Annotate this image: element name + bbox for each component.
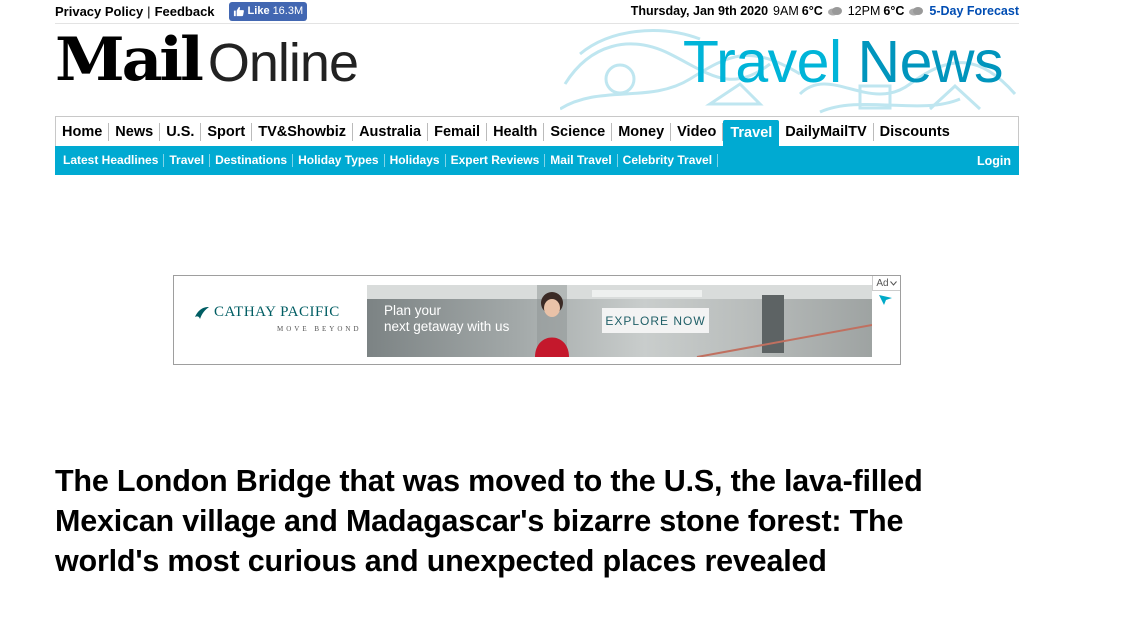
subnav-destinations[interactable]: Destinations — [210, 154, 294, 167]
login-link[interactable]: Login — [977, 154, 1011, 168]
nav-item-dailymailtv[interactable]: DailyMailTV — [779, 122, 874, 141]
logo-mail: Mail — [55, 25, 204, 95]
explore-now-button[interactable]: EXPLORE NOW — [602, 308, 709, 333]
like-count: 16.3M — [272, 5, 304, 17]
facebook-like-button[interactable]: Like 16.3M — [228, 1, 308, 21]
nav-item-video[interactable]: Video — [671, 122, 724, 141]
top-bar: Privacy Policy | Feedback Like 16.3M Thu… — [55, 0, 1019, 22]
subnav-travel[interactable]: Travel — [164, 154, 211, 167]
nav-item-sport[interactable]: Sport — [201, 122, 253, 141]
cloud-icon — [827, 7, 842, 16]
weather-time-1: 9AM — [773, 4, 799, 18]
nav-item-travel[interactable]: Travel — [723, 119, 780, 147]
nav-item-money[interactable]: Money — [612, 122, 672, 141]
ad-choices-badge[interactable]: Ad — [872, 276, 900, 291]
nav-item-discounts[interactable]: Discounts — [874, 123, 956, 141]
chevron-down-icon — [889, 280, 897, 286]
advertisement-banner[interactable]: CATHAY PACIFIC MOVE BEYOND Plan your nex… — [173, 275, 901, 365]
five-day-forecast-link[interactable]: 5-Day Forecast — [929, 4, 1019, 18]
main-navigation: Home News U.S. Sport TV&Showbiz Australi… — [55, 116, 1019, 147]
section-title-news: News — [857, 29, 1003, 95]
subnav-celebrity-travel[interactable]: Celebrity Travel — [618, 154, 719, 167]
thumbs-up-icon — [233, 6, 244, 16]
subnav-holiday-types[interactable]: Holiday Types — [293, 154, 385, 167]
arrow-icon[interactable] — [879, 293, 893, 305]
nav-item-science[interactable]: Science — [544, 122, 613, 141]
site-logo[interactable]: Mail Online — [55, 25, 359, 95]
subnav-mail-travel[interactable]: Mail Travel — [545, 154, 618, 167]
nav-item-news[interactable]: News — [109, 122, 161, 141]
feedback-link[interactable]: Feedback — [155, 4, 215, 19]
logo-online: Online — [207, 33, 359, 93]
privacy-policy-link[interactable]: Privacy Policy — [55, 4, 143, 19]
section-title: Travel News — [682, 28, 1004, 96]
nav-item-tvshowbiz[interactable]: TV&Showbiz — [252, 122, 354, 141]
ad-line-2: next getaway with us — [384, 319, 510, 334]
nav-item-health[interactable]: Health — [487, 122, 545, 141]
weather-temp-2: 6°C — [883, 4, 905, 18]
advertiser-name: CATHAY PACIFIC — [214, 304, 340, 320]
ad-image: Plan your next getaway with us EXPLORE N… — [367, 285, 872, 357]
weather-bar: Thursday, Jan 9th 2020 9AM 6°C 12PM 6°C … — [631, 4, 1019, 18]
weather-temp-1: 6°C — [801, 4, 823, 18]
brushwing-icon — [195, 307, 209, 319]
article-headline: The London Bridge that was moved to the … — [55, 464, 923, 578]
advertiser-logo: CATHAY PACIFIC MOVE BEYOND — [194, 303, 362, 333]
nav-item-femail[interactable]: Femail — [428, 122, 488, 141]
section-title-travel: Travel — [682, 29, 842, 95]
section-banner: Travel News — [560, 24, 1019, 116]
subnav-expert-reviews[interactable]: Expert Reviews — [446, 154, 546, 167]
subnav-latest-headlines[interactable]: Latest Headlines — [58, 154, 165, 167]
like-label: Like — [247, 5, 270, 17]
nav-item-home[interactable]: Home — [56, 122, 110, 141]
ad-headline: Plan your next getaway with us — [384, 303, 509, 335]
sub-navigation: Latest Headlines Travel Destinations Hol… — [55, 146, 1019, 175]
ad-line-1: Plan your — [384, 303, 442, 318]
separator: | — [147, 3, 151, 19]
cloud-icon — [909, 7, 924, 16]
nav-item-us[interactable]: U.S. — [160, 122, 202, 141]
subnav-holidays[interactable]: Holidays — [385, 154, 446, 167]
ad-label: Ad — [876, 277, 889, 289]
weather-time-2: 12PM — [847, 4, 881, 18]
nav-item-australia[interactable]: Australia — [353, 122, 429, 141]
current-date: Thursday, Jan 9th 2020 — [630, 4, 769, 18]
advertiser-tagline: MOVE BEYOND — [277, 325, 362, 333]
